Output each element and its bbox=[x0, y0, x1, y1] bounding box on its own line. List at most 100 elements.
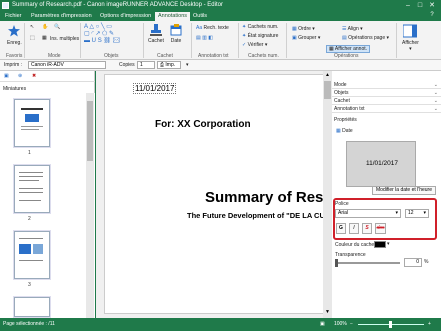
digital-stamp-button[interactable]: ✦ Cachets num. bbox=[242, 24, 278, 30]
line-icon: ╲ bbox=[100, 24, 105, 30]
printer-select[interactable]: Canon iR-ADV bbox=[28, 61, 106, 69]
thumbnail-insert-icon[interactable]: ⊕ bbox=[18, 73, 22, 79]
strikethrough-button[interactable]: abc bbox=[375, 223, 386, 234]
triangle-icon: △ bbox=[89, 24, 94, 30]
show-annotations-toggle[interactable]: ▦ Afficher annot. bbox=[326, 45, 371, 53]
chevron-down-icon[interactable]: ▾ bbox=[387, 241, 390, 247]
link-icon: ⛓ bbox=[103, 38, 111, 44]
zoom-slider[interactable] bbox=[358, 321, 424, 328]
align-dropdown[interactable]: ☰ Align ▾ bbox=[342, 26, 363, 32]
page-operations-dropdown[interactable]: ▤ Opérations page ▾ bbox=[342, 35, 389, 41]
section-mode[interactable]: Mode ⌄ bbox=[332, 81, 441, 89]
thumbnail-scroll-thumb[interactable] bbox=[87, 101, 93, 161]
date-stamp-button[interactable]: Date bbox=[170, 24, 182, 44]
show-annotations-icon: ▦ bbox=[329, 46, 334, 52]
fit-page-icon[interactable]: ▣ bbox=[320, 321, 325, 327]
rounded-rect-icon: ▢ bbox=[84, 31, 90, 37]
section-objects[interactable]: Objets ⌄ bbox=[332, 89, 441, 97]
ellipse-icon: ○ bbox=[95, 24, 100, 30]
transparency-slider-handle[interactable] bbox=[335, 259, 338, 267]
stamp-icon bbox=[149, 24, 162, 36]
digital-stamp-icon: ✦ bbox=[242, 24, 247, 30]
print-dropdown-icon[interactable]: ▾ bbox=[186, 62, 189, 68]
thumbnail-page-4[interactable] bbox=[14, 297, 50, 317]
stamp-preview: 11/01/2017 bbox=[346, 141, 416, 187]
polygon-icon: ⬠ bbox=[102, 31, 108, 37]
thumbnail-scrollbar[interactable] bbox=[86, 93, 94, 318]
transparency-slider[interactable] bbox=[335, 259, 400, 267]
tab-tools[interactable]: Outils bbox=[190, 12, 210, 21]
thumbnail-page-3[interactable] bbox=[14, 231, 50, 279]
select-tool-icon[interactable]: ↖ bbox=[30, 24, 34, 30]
stamp-color-picker[interactable] bbox=[374, 241, 386, 248]
chevron-down-icon: ⌄ bbox=[433, 98, 438, 104]
minimize-button[interactable]: – bbox=[402, 1, 414, 10]
maximize-button[interactable]: □ bbox=[414, 1, 426, 10]
date-stamp-annotation[interactable]: 11/01/2017 bbox=[133, 83, 177, 94]
document-page[interactable]: 11/01/2017 For: XX Corporation Summary o… bbox=[104, 74, 328, 314]
font-size-select[interactable]: 12 ▾ bbox=[405, 209, 429, 218]
print-button[interactable]: ⎙ Imp. bbox=[157, 61, 181, 69]
section-stamp[interactable]: Cachet ⌄ bbox=[332, 97, 441, 105]
document-view: 11/01/2017 For: XX Corporation Summary o… bbox=[96, 71, 332, 318]
status-page-info: Page sélectionnée : /11 bbox=[3, 321, 55, 327]
hand-tool-icon[interactable]: ✋ bbox=[42, 24, 48, 30]
stamp-button[interactable]: Cachet bbox=[148, 24, 164, 44]
section-annotation-text[interactable]: Annotation txt ⌄ bbox=[332, 105, 441, 113]
text-search-button[interactable]: Aa Rech. texte bbox=[196, 25, 229, 31]
thumbnail-page-2[interactable] bbox=[14, 165, 50, 213]
font-size-value: 12 bbox=[408, 210, 414, 216]
display-dropdown-icon: ▾ bbox=[409, 46, 412, 52]
note-icon: ✉ bbox=[112, 38, 121, 44]
document-for-line: For: XX Corporation bbox=[155, 119, 251, 130]
display-button[interactable]: Afficher ▾ bbox=[402, 24, 419, 52]
bold-button[interactable]: G bbox=[336, 223, 346, 234]
save-favorite-button[interactable]: Enreg. bbox=[7, 25, 22, 46]
thumbnail-page-1[interactable] bbox=[14, 99, 50, 147]
tab-file[interactable]: Fichier bbox=[2, 12, 25, 21]
date-label: Date bbox=[170, 38, 182, 44]
help-icon[interactable]: ? bbox=[426, 11, 438, 20]
zoom-tool-icon[interactable]: 🔍 bbox=[54, 24, 60, 30]
group-dropdown[interactable]: ▣ Grouper ▾ bbox=[292, 35, 320, 41]
close-button[interactable]: ✕ bbox=[426, 1, 438, 10]
verify-button[interactable]: ✓ Vérifier ▾ bbox=[242, 42, 267, 48]
document-subheading: The Future Development of "DE LA CU bbox=[187, 211, 325, 220]
thumbnail-page-number: 3 bbox=[28, 282, 31, 288]
align-icon: ☰ bbox=[342, 26, 347, 32]
object-shapes-palette[interactable]: A △ ○ ╲ ▭ ▢ ◜ ↗ ⬠ ✎ ▬ U S ⛓ ✉ bbox=[84, 24, 142, 45]
group-label-favorites: Favoris bbox=[6, 53, 23, 59]
transparency-input[interactable]: 0 bbox=[404, 258, 422, 267]
order-dropdown[interactable]: ▦ Ordre ▾ bbox=[292, 26, 315, 32]
chevron-down-icon: ⌄ bbox=[433, 82, 438, 88]
font-label: Police bbox=[335, 201, 349, 207]
star-icon bbox=[8, 25, 21, 37]
order-icon: ▦ bbox=[292, 26, 297, 32]
document-scrollbar[interactable]: ▲ ▼ bbox=[323, 71, 332, 318]
font-select[interactable]: Arial ▾ bbox=[335, 209, 401, 218]
thumbnail-delete-icon[interactable]: ✖ bbox=[32, 73, 36, 79]
copies-value: 1 bbox=[140, 62, 143, 68]
thumbnail-view-icon[interactable]: ▣ bbox=[4, 73, 9, 79]
shadow-button[interactable]: S bbox=[362, 223, 372, 234]
annotation-tools-icons[interactable]: ▤ ▥ ◧ bbox=[196, 35, 213, 41]
insert-multiple-label[interactable]: Ins. multiples bbox=[50, 36, 79, 42]
italic-button[interactable]: I bbox=[349, 223, 359, 234]
signature-status-button[interactable]: ✦ État signature bbox=[242, 33, 278, 39]
zoom-out-icon[interactable]: − bbox=[350, 321, 353, 327]
group-label-stamp: Cachet bbox=[157, 53, 173, 59]
tab-print-options[interactable]: Options d'impression bbox=[97, 12, 154, 21]
verify-icon: ✓ bbox=[242, 42, 247, 48]
modify-date-button[interactable]: Modifier la date et l'heure bbox=[372, 186, 436, 195]
zoom-in-icon[interactable]: + bbox=[428, 321, 431, 327]
zoom-slider-handle[interactable] bbox=[389, 321, 392, 328]
copies-input[interactable]: 1 bbox=[137, 61, 155, 69]
group-label-mode: Mode bbox=[48, 53, 61, 59]
ribbon: Enreg. Favoris ↖ ✋ 🔍 ⬚ ▦ Ins. multiples … bbox=[0, 21, 441, 60]
document-scroll-thumb[interactable] bbox=[324, 81, 331, 99]
tab-annotations[interactable]: Annotations bbox=[155, 12, 191, 21]
insert-multiple-icon[interactable]: ▦ bbox=[42, 35, 47, 41]
tab-print-settings[interactable]: Paramètres d'impression bbox=[28, 12, 95, 21]
marquee-tool-icon[interactable]: ⬚ bbox=[30, 35, 35, 41]
ribbon-tabs: Fichier Paramètres d'impression Options … bbox=[0, 11, 441, 21]
